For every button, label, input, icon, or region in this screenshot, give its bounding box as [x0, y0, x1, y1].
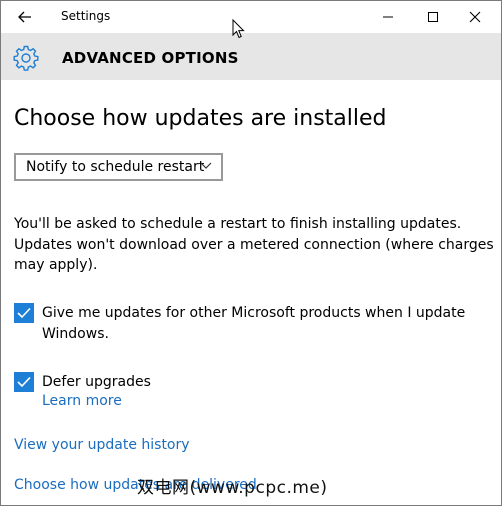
close-button[interactable] [460, 5, 490, 29]
maximize-button[interactable] [418, 5, 448, 29]
option-defer-upgrades[interactable]: Defer upgrades [14, 372, 151, 393]
description-text: You'll be asked to schedule a restart to… [14, 216, 494, 273]
watermark-text: 双电网(www.pcpc.me) [137, 478, 328, 498]
restart-option-dropdown[interactable]: Notify to schedule restart [14, 153, 223, 181]
view-update-history-link[interactable]: View your update history [14, 437, 190, 453]
back-arrow-icon[interactable] [11, 7, 39, 27]
checkbox-microsoft-products[interactable] [14, 303, 34, 323]
checkmark-icon [17, 307, 31, 319]
title-bar: Settings [1, 1, 501, 33]
learn-more-link[interactable]: Learn more [42, 393, 122, 409]
page-title: Choose how updates are installed [14, 106, 387, 131]
gear-icon [13, 45, 39, 71]
dropdown-selected-value: Notify to schedule restart [26, 159, 205, 175]
close-icon [469, 11, 481, 23]
chevron-down-icon [200, 162, 212, 169]
minimize-button[interactable] [373, 5, 403, 29]
minimize-icon [383, 16, 393, 18]
header-title: ADVANCED OPTIONS [62, 49, 239, 67]
option-label: Give me updates for other Microsoft prod… [42, 305, 466, 342]
window-title: Settings [61, 9, 111, 23]
settings-window: Settings ADVANCED OPTIONS Choose how upd… [0, 0, 502, 506]
page-header: ADVANCED OPTIONS [1, 33, 501, 80]
checkmark-icon [17, 376, 31, 388]
checkbox-defer-upgrades[interactable] [14, 372, 34, 392]
option-microsoft-products[interactable]: Give me updates for other Microsoft prod… [14, 303, 484, 344]
maximize-icon [428, 12, 438, 22]
option-label: Defer upgrades [42, 374, 151, 390]
mouse-cursor-icon [232, 19, 245, 39]
